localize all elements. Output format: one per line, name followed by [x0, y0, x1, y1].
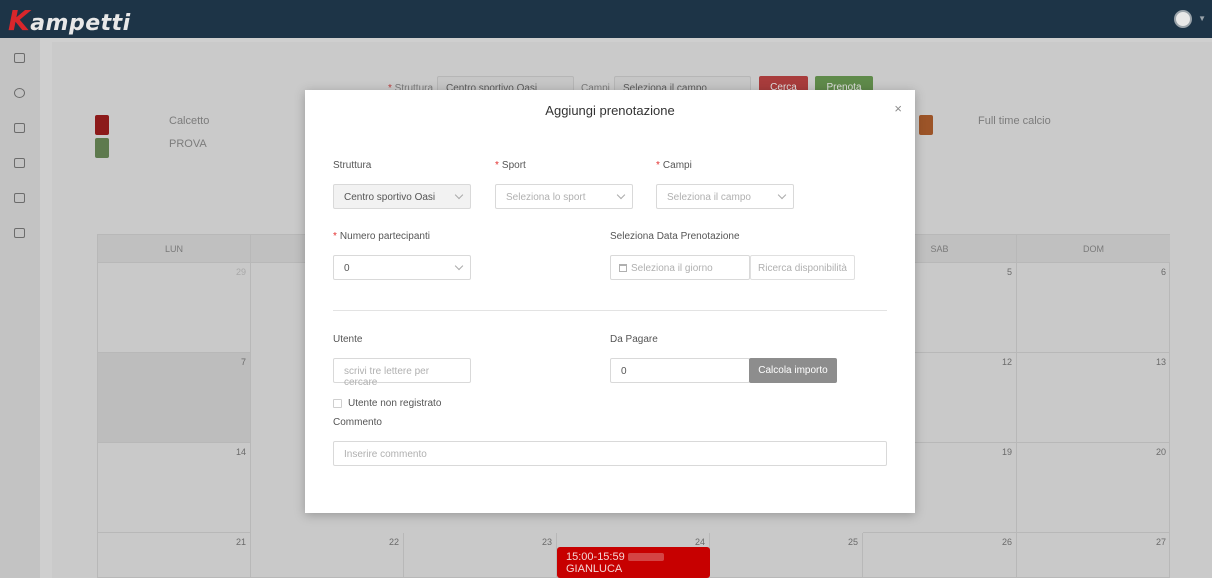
monitor-icon[interactable]: [14, 228, 25, 238]
legend-swatch-full-time-calcio: [919, 115, 933, 135]
day-cell[interactable]: 13: [1017, 353, 1170, 443]
user-search-input[interactable]: scrivi tre lettere per cercare: [333, 358, 471, 388]
day-cell[interactable]: 25: [710, 533, 863, 578]
event-name: GIANLUCA: [566, 563, 623, 575]
chevron-down-icon[interactable]: ▼: [1198, 14, 1206, 23]
database-icon[interactable]: [14, 53, 25, 63]
day-number: 27: [1155, 537, 1166, 547]
day-number: 14: [235, 447, 246, 457]
legend-swatch-calcetto: [95, 115, 109, 135]
day-number: 12: [1001, 357, 1012, 367]
day-number: 7: [240, 357, 246, 367]
amount-input[interactable]: 0: [610, 358, 750, 383]
sport-select[interactable]: Seleziona lo sport: [495, 184, 633, 209]
legend-swatch-prova: [95, 138, 109, 158]
booking-event[interactable]: 15:00-15:59 GIANLUCA: [557, 547, 710, 578]
partecipanti-select[interactable]: 0: [333, 255, 471, 280]
weekday-header-mon: LUN: [98, 235, 251, 263]
commento-label: Commento: [333, 417, 382, 428]
unregistered-user-label: Utente non registrato: [348, 398, 442, 409]
day-number: 13: [1155, 357, 1166, 367]
struttura-label: Struttura: [333, 160, 372, 171]
check-availability-button[interactable]: Ricerca disponibilità: [750, 255, 855, 280]
utente-label: Utente: [333, 334, 363, 345]
divider: [333, 310, 887, 311]
chevron-down-icon: [454, 261, 464, 271]
chevron-down-icon: [454, 190, 464, 200]
calendar-icon: [619, 264, 627, 272]
day-cell[interactable]: 22: [251, 533, 404, 578]
day-number: 5: [1006, 267, 1012, 277]
day-cell[interactable]: 29: [98, 263, 251, 353]
campi-select[interactable]: Seleziona il campo: [656, 184, 794, 209]
day-number: 22: [388, 537, 399, 547]
user-avatar[interactable]: [1174, 10, 1192, 28]
day-cell[interactable]: 26: [863, 533, 1017, 578]
chevron-down-icon: [616, 190, 626, 200]
day-number: 26: [1001, 537, 1012, 547]
day-number: 21: [235, 537, 246, 547]
struttura-select[interactable]: Centro sportivo Oasi: [333, 184, 471, 209]
date-picker[interactable]: Seleziona il giorno: [610, 255, 750, 280]
calculate-amount-button[interactable]: Calcola importo: [749, 358, 837, 383]
day-cell[interactable]: 14: [98, 443, 251, 533]
modal-title: Aggiungi prenotazione: [545, 103, 675, 118]
day-cell[interactable]: 20: [1017, 443, 1170, 533]
close-icon[interactable]: ×: [894, 101, 902, 116]
da-pagare-label: Da Pagare: [610, 334, 658, 345]
comment-input[interactable]: Inserire commento: [333, 441, 887, 466]
day-cell[interactable]: 6: [1017, 263, 1170, 353]
add-booking-modal: Aggiungi prenotazione × Struttura Centro…: [305, 90, 915, 513]
partecipanti-label: * Numero partecipanti: [333, 231, 430, 242]
chevron-down-icon: [777, 190, 787, 200]
building-icon[interactable]: [14, 193, 25, 203]
day-cell[interactable]: 21: [98, 533, 251, 578]
top-bar: Kampetti ▼: [0, 0, 1212, 38]
card-icon[interactable]: [14, 158, 25, 168]
event-time: 15:00-15:59: [566, 551, 625, 563]
legend-label-calcetto: Calcetto: [169, 115, 210, 127]
unregistered-user-checkbox[interactable]: [333, 399, 342, 408]
day-number: 29: [235, 267, 246, 277]
document-icon[interactable]: [14, 123, 25, 133]
day-cell[interactable]: 23: [404, 533, 557, 578]
legend-label-prova: PROVA: [169, 138, 207, 150]
day-number: 23: [541, 537, 552, 547]
weekday-header-sun: DOM: [1017, 235, 1170, 263]
clock-icon[interactable]: [14, 88, 25, 98]
day-number: 6: [1160, 267, 1166, 277]
day-cell[interactable]: 27: [1017, 533, 1170, 578]
day-cell[interactable]: 7: [98, 353, 251, 443]
app-logo[interactable]: Kampetti: [8, 4, 131, 37]
campi-label: * Campi: [656, 160, 692, 171]
legend-label-full-time-calcio: Full time calcio: [978, 115, 1051, 127]
day-number: 20: [1155, 447, 1166, 457]
day-number: 24: [694, 537, 705, 547]
data-prenotazione-label: Seleziona Data Prenotazione: [610, 231, 740, 242]
sport-label: * Sport: [495, 160, 526, 171]
sidebar: [0, 38, 40, 578]
redacted-text: [627, 553, 664, 562]
day-number: 19: [1001, 447, 1012, 457]
day-number: 25: [847, 537, 858, 547]
